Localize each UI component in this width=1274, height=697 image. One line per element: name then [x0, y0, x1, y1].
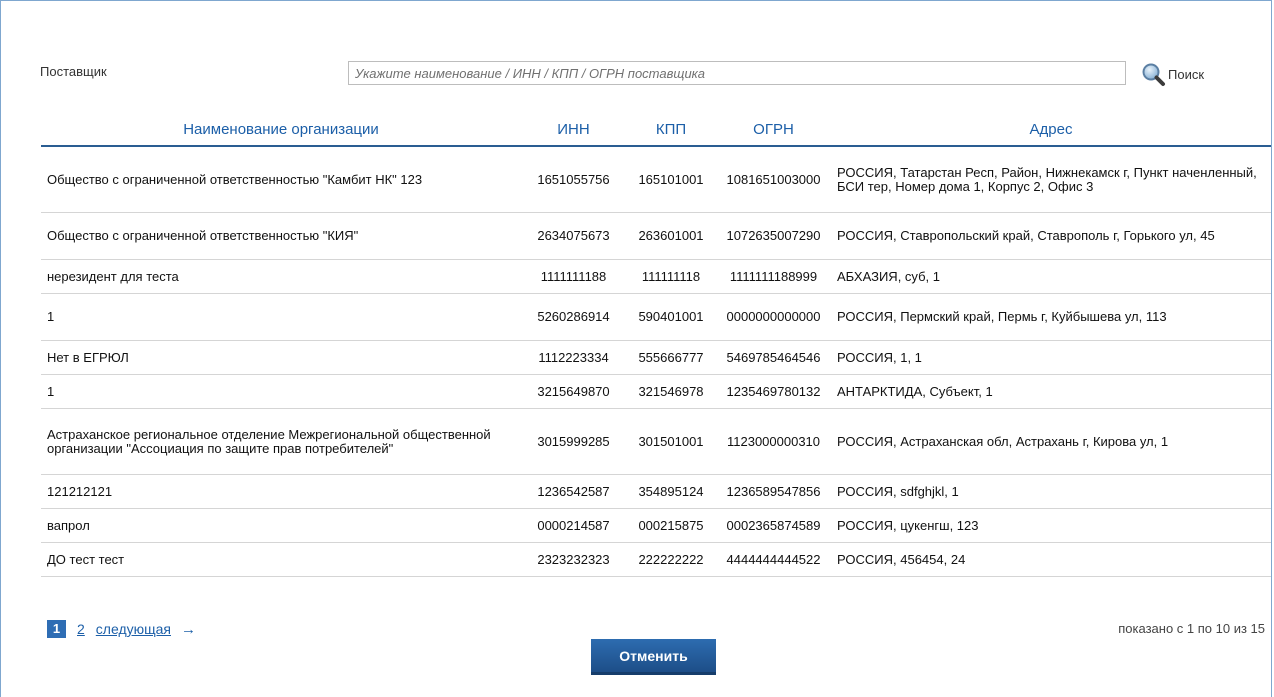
cell-inn: 3215649870	[521, 374, 626, 409]
cell-ogrn: 0000000000000	[716, 293, 831, 341]
cell-ogrn: 1111111188999	[716, 259, 831, 294]
cell-inn: 5260286914	[521, 293, 626, 341]
results-count: показано с 1 по 10 из 15	[1118, 621, 1265, 636]
supplier-search-input[interactable]	[348, 61, 1126, 85]
cell-name: ДО тест тест	[41, 542, 521, 577]
cell-kpp: 354895124	[626, 474, 716, 509]
cell-address: РОССИЯ, Ставропольский край, Ставрополь …	[831, 212, 1271, 260]
arrow-right-icon[interactable]: →	[181, 621, 196, 638]
cell-address: АБХАЗИЯ, суб, 1	[831, 259, 1271, 294]
table-row[interactable]: вапрол 0000214587 000215875 000236587458…	[41, 508, 1271, 543]
cell-inn: 1111111188	[521, 259, 626, 294]
cell-name: вапрол	[41, 508, 521, 543]
supplier-label: Поставщик	[40, 64, 107, 79]
search-button-label: Поиск	[1168, 66, 1205, 82]
column-header-ogrn[interactable]: ОГРН	[716, 113, 831, 147]
cell-kpp: 222222222	[626, 542, 716, 577]
cell-kpp: 321546978	[626, 374, 716, 409]
cell-name: Астраханское региональное отделение Межр…	[41, 408, 521, 475]
cell-address: АНТАРКТИДА, Субъект, 1	[831, 374, 1271, 409]
table-row[interactable]: нерезидент для теста 1111111188 11111111…	[41, 259, 1271, 294]
cell-name: Общество с ограниченной ответственностью…	[41, 212, 521, 260]
column-header-kpp[interactable]: КПП	[626, 113, 716, 147]
cell-address: РОССИЯ, цукенгш, 123	[831, 508, 1271, 543]
table-row[interactable]: 1 5260286914 590401001 0000000000000 РОС…	[41, 293, 1271, 341]
cell-ogrn: 1236589547856	[716, 474, 831, 509]
table-row[interactable]: ДО тест тест 2323232323 222222222 444444…	[41, 542, 1271, 577]
table-row[interactable]: Нет в ЕГРЮЛ 1112223334 555666777 5469785…	[41, 340, 1271, 375]
cell-kpp: 590401001	[626, 293, 716, 341]
cell-inn: 2323232323	[521, 542, 626, 577]
column-header-inn[interactable]: ИНН	[521, 113, 626, 147]
cell-inn: 3015999285	[521, 408, 626, 475]
page-current: 1	[47, 620, 66, 638]
cell-ogrn: 1123000000310	[716, 408, 831, 475]
cell-inn: 1651055756	[521, 146, 626, 213]
cell-name: Нет в ЕГРЮЛ	[41, 340, 521, 375]
table-row[interactable]: Общество с ограниченной ответственностью…	[41, 212, 1271, 260]
search-button[interactable]: Поиск	[1140, 60, 1204, 88]
cell-kpp: 111111118	[626, 259, 716, 294]
cell-ogrn: 0002365874589	[716, 508, 831, 543]
cell-inn: 1112223334	[521, 340, 626, 375]
cell-name: Общество с ограниченной ответственностью…	[41, 146, 521, 213]
table-row[interactable]: Общество с ограниченной ответственностью…	[41, 146, 1271, 213]
cell-name: нерезидент для теста	[41, 259, 521, 294]
column-header-address[interactable]: Адрес	[831, 113, 1271, 147]
cell-address: РОССИЯ, sdfghjkl, 1	[831, 474, 1271, 509]
column-header-name[interactable]: Наименование организации	[41, 113, 521, 147]
pagination: 1 2 следующая →	[47, 620, 196, 638]
cell-name: 1	[41, 374, 521, 409]
cell-kpp: 263601001	[626, 212, 716, 260]
cell-inn: 2634075673	[521, 212, 626, 260]
cell-ogrn: 1072635007290	[716, 212, 831, 260]
table-row[interactable]: 121212121 1236542587 354895124 123658954…	[41, 474, 1271, 509]
suppliers-table: Наименование организации ИНН КПП ОГРН Ад…	[41, 113, 1271, 577]
cell-address: РОССИЯ, 456454, 24	[831, 542, 1271, 577]
cell-name: 121212121	[41, 474, 521, 509]
table-header-row: Наименование организации ИНН КПП ОГРН Ад…	[41, 113, 1271, 147]
cell-address: РОССИЯ, Астраханская обл, Астрахань г, К…	[831, 408, 1271, 475]
cell-inn: 1236542587	[521, 474, 626, 509]
cell-kpp: 165101001	[626, 146, 716, 213]
cell-address: РОССИЯ, 1, 1	[831, 340, 1271, 375]
cell-kpp: 301501001	[626, 408, 716, 475]
page-link-2[interactable]: 2	[77, 621, 85, 637]
cancel-button[interactable]: Отменить	[591, 639, 716, 675]
cell-kpp: 555666777	[626, 340, 716, 375]
cell-ogrn: 5469785464546	[716, 340, 831, 375]
cell-ogrn: 1081651003000	[716, 146, 831, 213]
table-row[interactable]: Астраханское региональное отделение Межр…	[41, 408, 1271, 475]
table-row[interactable]: 1 3215649870 321546978 1235469780132 АНТ…	[41, 374, 1271, 409]
next-page-link[interactable]: следующая	[96, 621, 171, 637]
cell-ogrn: 4444444444522	[716, 542, 831, 577]
cell-kpp: 000215875	[626, 508, 716, 543]
magnifier-icon	[1140, 61, 1168, 87]
cell-name: 1	[41, 293, 521, 341]
cell-address: РОССИЯ, Пермский край, Пермь г, Куйбышев…	[831, 293, 1271, 341]
cell-ogrn: 1235469780132	[716, 374, 831, 409]
cell-inn: 0000214587	[521, 508, 626, 543]
cell-address: РОССИЯ, Татарстан Респ, Район, Нижнекамс…	[831, 146, 1271, 213]
